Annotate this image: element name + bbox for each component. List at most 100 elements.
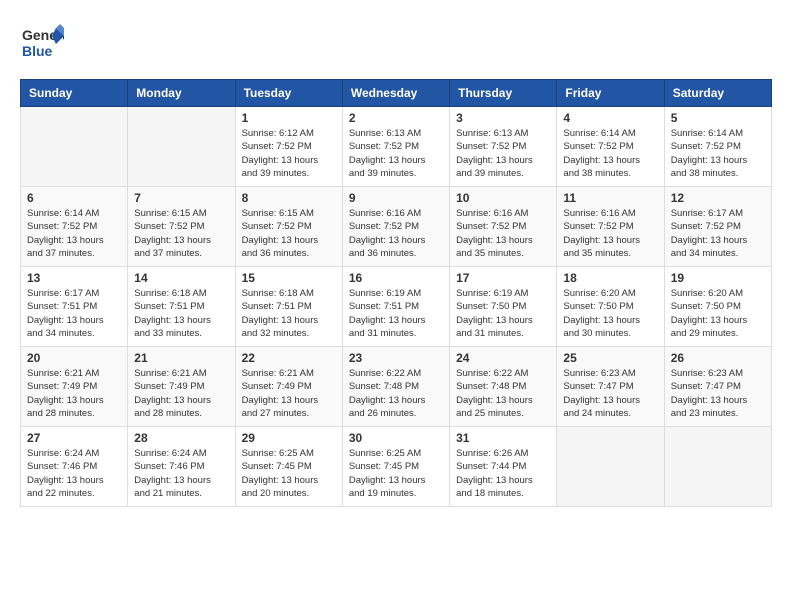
day-number: 20: [27, 351, 121, 365]
day-info: Sunrise: 6:15 AM Sunset: 7:52 PM Dayligh…: [242, 207, 336, 260]
logo-icon: General Blue: [20, 20, 64, 69]
calendar-cell: 13 Sunrise: 6:17 AM Sunset: 7:51 PM Dayli…: [21, 267, 128, 347]
calendar-cell: 15 Sunrise: 6:18 AM Sunset: 7:51 PM Dayli…: [235, 267, 342, 347]
week-row-4: 20 Sunrise: 6:21 AM Sunset: 7:49 PM Dayli…: [21, 347, 772, 427]
calendar-cell: 11 Sunrise: 6:16 AM Sunset: 7:52 PM Dayli…: [557, 187, 664, 267]
day-number: 2: [349, 111, 443, 125]
day-number: 29: [242, 431, 336, 445]
weekday-header-friday: Friday: [557, 80, 664, 107]
calendar-cell: 10 Sunrise: 6:16 AM Sunset: 7:52 PM Dayli…: [450, 187, 557, 267]
day-number: 4: [563, 111, 657, 125]
weekday-header-row: SundayMondayTuesdayWednesdayThursdayFrid…: [21, 80, 772, 107]
calendar-cell: [21, 107, 128, 187]
day-number: 12: [671, 191, 765, 205]
day-info: Sunrise: 6:17 AM Sunset: 7:51 PM Dayligh…: [27, 287, 121, 340]
day-number: 14: [134, 271, 228, 285]
day-number: 16: [349, 271, 443, 285]
weekday-header-wednesday: Wednesday: [342, 80, 449, 107]
day-info: Sunrise: 6:13 AM Sunset: 7:52 PM Dayligh…: [349, 127, 443, 180]
calendar-cell: 31Sunrise: 6:26 AM Sunset: 7:44 PM Dayli…: [450, 427, 557, 507]
day-info: Sunrise: 6:12 AM Sunset: 7:52 PM Dayligh…: [242, 127, 336, 180]
day-number: 25: [563, 351, 657, 365]
calendar-cell: 4Sunrise: 6:14 AM Sunset: 7:52 PM Daylig…: [557, 107, 664, 187]
week-row-3: 13 Sunrise: 6:17 AM Sunset: 7:51 PM Dayli…: [21, 267, 772, 347]
calendar-cell: 29 Sunrise: 6:25 AM Sunset: 7:45 PM Dayli…: [235, 427, 342, 507]
day-info: Sunrise: 6:23 AM Sunset: 7:47 PM Dayligh…: [671, 367, 765, 420]
day-info: Sunrise: 6:25 AM Sunset: 7:45 PM Dayligh…: [349, 447, 443, 500]
day-number: 28: [134, 431, 228, 445]
day-number: 21: [134, 351, 228, 365]
day-info: Sunrise: 6:14 AM Sunset: 7:52 PM Dayligh…: [27, 207, 121, 260]
calendar-cell: 19 Sunrise: 6:20 AM Sunset: 7:50 PM Dayli…: [664, 267, 771, 347]
day-number: 15: [242, 271, 336, 285]
calendar-cell: 12 Sunrise: 6:17 AM Sunset: 7:52 PM Dayli…: [664, 187, 771, 267]
day-info: Sunrise: 6:18 AM Sunset: 7:51 PM Dayligh…: [242, 287, 336, 340]
day-number: 5: [671, 111, 765, 125]
day-info: Sunrise: 6:16 AM Sunset: 7:52 PM Dayligh…: [456, 207, 550, 260]
day-number: 3: [456, 111, 550, 125]
day-number: 11: [563, 191, 657, 205]
day-number: 23: [349, 351, 443, 365]
calendar-cell: 9 Sunrise: 6:16 AM Sunset: 7:52 PM Daylig…: [342, 187, 449, 267]
day-number: 27: [27, 431, 121, 445]
calendar-cell: 1 Sunrise: 6:12 AM Sunset: 7:52 PM Daylig…: [235, 107, 342, 187]
day-info: Sunrise: 6:18 AM Sunset: 7:51 PM Dayligh…: [134, 287, 228, 340]
day-info: Sunrise: 6:22 AM Sunset: 7:48 PM Dayligh…: [349, 367, 443, 420]
calendar-cell: 5 Sunrise: 6:14 AM Sunset: 7:52 PM Daylig…: [664, 107, 771, 187]
day-info: Sunrise: 6:20 AM Sunset: 7:50 PM Dayligh…: [671, 287, 765, 340]
calendar-cell: 17 Sunrise: 6:19 AM Sunset: 7:50 PM Dayli…: [450, 267, 557, 347]
week-row-2: 6 Sunrise: 6:14 AM Sunset: 7:52 PM Daylig…: [21, 187, 772, 267]
day-info: Sunrise: 6:19 AM Sunset: 7:51 PM Dayligh…: [349, 287, 443, 340]
day-number: 9: [349, 191, 443, 205]
day-info: Sunrise: 6:24 AM Sunset: 7:46 PM Dayligh…: [134, 447, 228, 500]
calendar-cell: 18 Sunrise: 6:20 AM Sunset: 7:50 PM Dayli…: [557, 267, 664, 347]
day-number: 13: [27, 271, 121, 285]
calendar-cell: [557, 427, 664, 507]
day-info: Sunrise: 6:16 AM Sunset: 7:52 PM Dayligh…: [563, 207, 657, 260]
calendar-cell: 8Sunrise: 6:15 AM Sunset: 7:52 PM Daylig…: [235, 187, 342, 267]
day-info: Sunrise: 6:24 AM Sunset: 7:46 PM Dayligh…: [27, 447, 121, 500]
calendar-cell: 27 Sunrise: 6:24 AM Sunset: 7:46 PM Dayli…: [21, 427, 128, 507]
day-number: 18: [563, 271, 657, 285]
calendar-cell: 24 Sunrise: 6:22 AM Sunset: 7:48 PM Dayli…: [450, 347, 557, 427]
calendar-cell: 20 Sunrise: 6:21 AM Sunset: 7:49 PM Dayli…: [21, 347, 128, 427]
calendar-cell: 26Sunrise: 6:23 AM Sunset: 7:47 PM Dayli…: [664, 347, 771, 427]
page-header: General Blue: [20, 20, 772, 69]
day-number: 17: [456, 271, 550, 285]
day-info: Sunrise: 6:13 AM Sunset: 7:52 PM Dayligh…: [456, 127, 550, 180]
day-number: 24: [456, 351, 550, 365]
week-row-5: 27 Sunrise: 6:24 AM Sunset: 7:46 PM Dayli…: [21, 427, 772, 507]
week-row-1: 1 Sunrise: 6:12 AM Sunset: 7:52 PM Daylig…: [21, 107, 772, 187]
day-info: Sunrise: 6:21 AM Sunset: 7:49 PM Dayligh…: [27, 367, 121, 420]
weekday-header-tuesday: Tuesday: [235, 80, 342, 107]
weekday-header-sunday: Sunday: [21, 80, 128, 107]
day-number: 22: [242, 351, 336, 365]
calendar-cell: 7Sunrise: 6:15 AM Sunset: 7:52 PM Daylig…: [128, 187, 235, 267]
calendar-cell: 30Sunrise: 6:25 AM Sunset: 7:45 PM Dayli…: [342, 427, 449, 507]
day-info: Sunrise: 6:20 AM Sunset: 7:50 PM Dayligh…: [563, 287, 657, 340]
day-info: Sunrise: 6:26 AM Sunset: 7:44 PM Dayligh…: [456, 447, 550, 500]
calendar-cell: 25Sunrise: 6:23 AM Sunset: 7:47 PM Dayli…: [557, 347, 664, 427]
day-info: Sunrise: 6:16 AM Sunset: 7:52 PM Dayligh…: [349, 207, 443, 260]
calendar-cell: 2 Sunrise: 6:13 AM Sunset: 7:52 PM Daylig…: [342, 107, 449, 187]
calendar-cell: 16 Sunrise: 6:19 AM Sunset: 7:51 PM Dayli…: [342, 267, 449, 347]
day-number: 19: [671, 271, 765, 285]
day-info: Sunrise: 6:19 AM Sunset: 7:50 PM Dayligh…: [456, 287, 550, 340]
day-number: 1: [242, 111, 336, 125]
day-info: Sunrise: 6:25 AM Sunset: 7:45 PM Dayligh…: [242, 447, 336, 500]
day-info: Sunrise: 6:14 AM Sunset: 7:52 PM Dayligh…: [671, 127, 765, 180]
calendar-cell: [664, 427, 771, 507]
calendar-cell: 23 Sunrise: 6:22 AM Sunset: 7:48 PM Dayli…: [342, 347, 449, 427]
day-info: Sunrise: 6:17 AM Sunset: 7:52 PM Dayligh…: [671, 207, 765, 260]
day-number: 6: [27, 191, 121, 205]
day-info: Sunrise: 6:21 AM Sunset: 7:49 PM Dayligh…: [242, 367, 336, 420]
calendar-cell: 22 Sunrise: 6:21 AM Sunset: 7:49 PM Dayli…: [235, 347, 342, 427]
calendar-cell: 3 Sunrise: 6:13 AM Sunset: 7:52 PM Daylig…: [450, 107, 557, 187]
day-info: Sunrise: 6:21 AM Sunset: 7:49 PM Dayligh…: [134, 367, 228, 420]
calendar-cell: 6 Sunrise: 6:14 AM Sunset: 7:52 PM Daylig…: [21, 187, 128, 267]
day-number: 10: [456, 191, 550, 205]
day-info: Sunrise: 6:22 AM Sunset: 7:48 PM Dayligh…: [456, 367, 550, 420]
weekday-header-thursday: Thursday: [450, 80, 557, 107]
weekday-header-saturday: Saturday: [664, 80, 771, 107]
calendar-cell: 14 Sunrise: 6:18 AM Sunset: 7:51 PM Dayli…: [128, 267, 235, 347]
